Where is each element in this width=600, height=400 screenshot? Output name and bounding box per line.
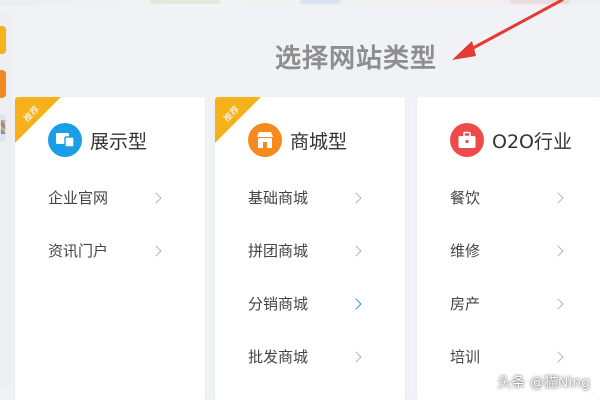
card-o2o-industry[interactable]: O2O行业 餐饮 维修 房产 培训 xyxy=(417,97,600,400)
card-display-type[interactable]: 推荐 展示型 企业官网 资讯门户 xyxy=(15,97,205,400)
card-title: O2O行业 xyxy=(492,130,572,153)
card-mall-type[interactable]: 推荐 商城型 基础商城 拼团商城 分销商城 批发商城 xyxy=(215,97,405,400)
menu-item-label: 资讯门户 xyxy=(48,242,109,260)
menu-item-label: 房产 xyxy=(450,295,481,313)
chevron-right-icon xyxy=(350,191,362,204)
chevron-right-icon xyxy=(150,244,162,257)
shop-store-icon xyxy=(248,123,282,157)
menu-item-news-portal[interactable]: 资讯门户 xyxy=(15,224,205,277)
menu-item-label: 培训 xyxy=(450,348,481,366)
card-menu: 基础商城 拼团商城 分销商城 批发商城 xyxy=(215,171,405,383)
chevron-right-icon xyxy=(552,191,564,204)
chevron-right-icon xyxy=(552,297,564,310)
menu-item-label: 批发商城 xyxy=(248,348,309,366)
briefcase-icon xyxy=(450,123,484,157)
card-title: 展示型 xyxy=(90,130,148,153)
menu-item-real-estate[interactable]: 房产 xyxy=(417,277,600,330)
menu-item-distribution-mall[interactable]: 分销商城 xyxy=(215,277,405,330)
chevron-right-icon xyxy=(350,350,362,363)
card-header: 商城型 xyxy=(248,123,347,157)
menu-item-label: 基础商城 xyxy=(248,189,309,207)
chevron-right-icon xyxy=(350,244,362,257)
chevron-right-icon xyxy=(552,244,564,257)
menu-item-label: 维修 xyxy=(450,242,481,260)
menu-item-label: 餐饮 xyxy=(450,189,481,207)
menu-item-catering[interactable]: 餐饮 xyxy=(417,171,600,224)
menu-item-label: 企业官网 xyxy=(48,189,109,207)
menu-item-repair[interactable]: 维修 xyxy=(417,224,600,277)
card-header: O2O行业 xyxy=(450,123,572,157)
menu-item-enterprise-site[interactable]: 企业官网 xyxy=(15,171,205,224)
chevron-right-icon xyxy=(552,350,564,363)
chevron-right-icon xyxy=(150,191,162,204)
annotation-arrow-icon xyxy=(452,0,564,60)
display-screen-icon xyxy=(48,123,82,157)
chevron-right-icon xyxy=(350,297,362,310)
card-menu: 餐饮 维修 房产 培训 xyxy=(417,171,600,383)
card-title: 商城型 xyxy=(290,130,348,153)
menu-item-label: 拼团商城 xyxy=(248,242,309,260)
source-watermark: 头条 @猫Ning xyxy=(497,375,590,391)
menu-item-group-buy-mall[interactable]: 拼团商城 xyxy=(215,224,405,277)
card-header: 展示型 xyxy=(48,123,147,157)
sidebar-tab-pencil-icon[interactable] xyxy=(0,114,6,142)
menu-item-basic-mall[interactable]: 基础商城 xyxy=(215,171,405,224)
menu-item-label: 分销商城 xyxy=(248,295,309,313)
card-menu: 企业官网 资讯门户 xyxy=(15,171,205,277)
menu-item-wholesale-mall[interactable]: 批发商城 xyxy=(215,330,405,383)
